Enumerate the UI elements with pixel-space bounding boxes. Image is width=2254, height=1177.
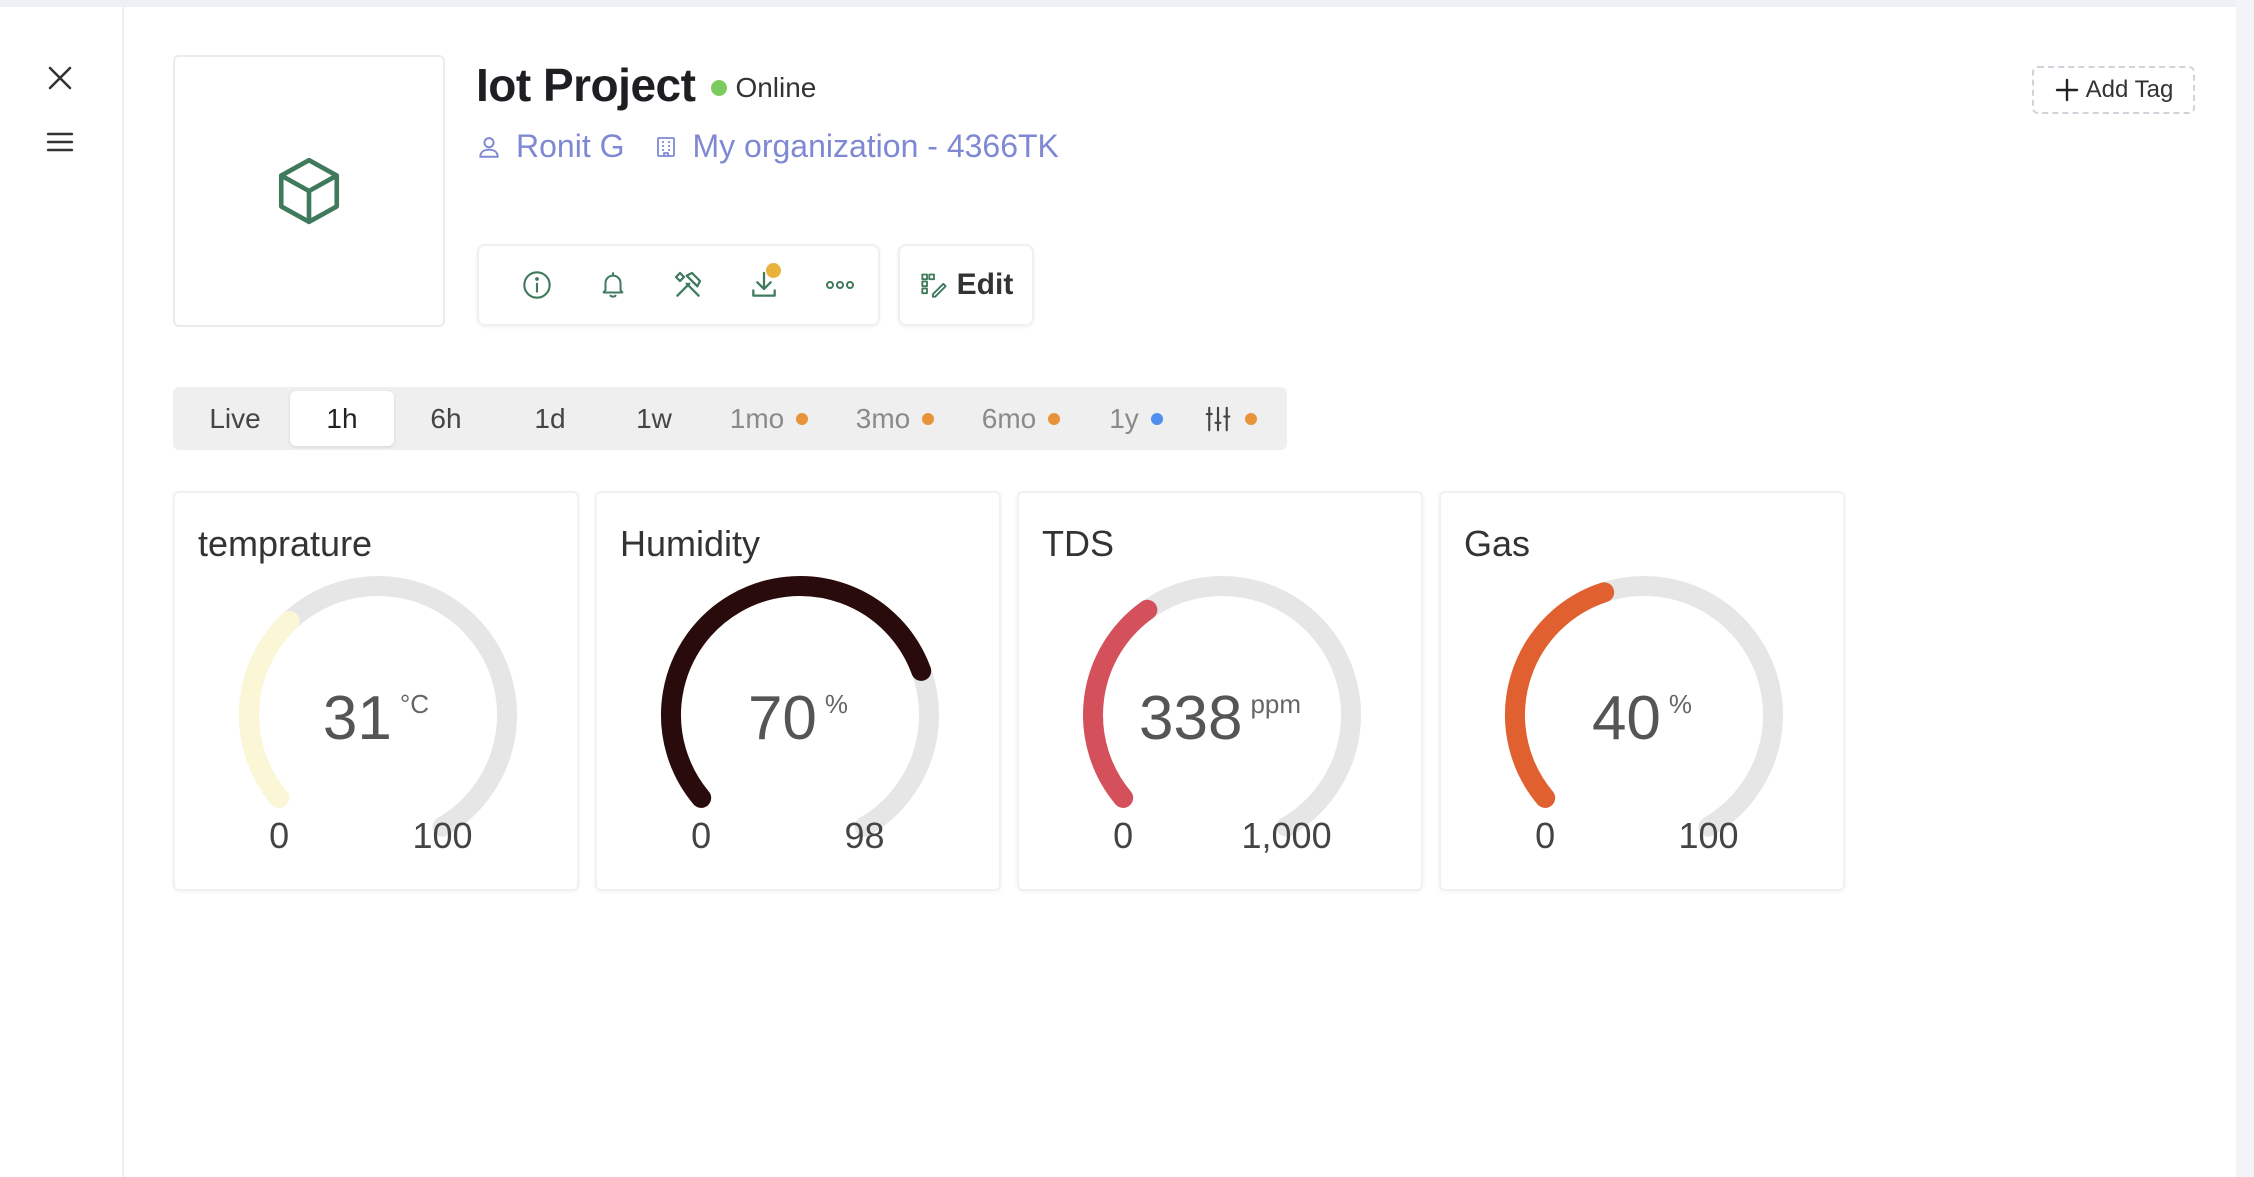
gauge-card-gas[interactable]: Gas 40% 0 100 [1439, 491, 1845, 891]
time-range-label: 1mo [729, 402, 785, 434]
top-strip [0, 0, 2254, 7]
time-range-1d[interactable]: 1d [498, 391, 602, 446]
gauge-max-label: 100 [412, 815, 473, 856]
time-range-label: 1y [1109, 402, 1139, 434]
gauge-reading: 338 ppm [1019, 683, 1421, 754]
gauge-min-label: 0 [1535, 815, 1556, 856]
device-toolbar [477, 244, 880, 326]
time-range-live[interactable]: Live [180, 391, 290, 446]
close-icon[interactable] [38, 56, 82, 100]
device-meta: Ronit G My organization - 4366TK [476, 128, 1089, 165]
gauge-title: temprature [198, 523, 373, 564]
more-icon [826, 281, 855, 289]
gauge-title: Gas [1464, 523, 1531, 564]
add-tag-label: Add Tag [2085, 76, 2174, 103]
more-button[interactable] [802, 255, 878, 315]
time-range-3mo[interactable]: 3mo [832, 391, 958, 446]
gauge-value: 70 [747, 684, 817, 753]
gauge-unit: °C [399, 689, 430, 719]
gauge-unit: % [1668, 689, 1693, 719]
owner-link[interactable]: Ronit G [476, 128, 624, 165]
page-title: Iot Project [476, 59, 696, 111]
bell-icon [602, 272, 624, 298]
time-range-1mo[interactable]: 1mo [706, 391, 832, 446]
availability-dot [1048, 412, 1061, 425]
left-sidebar [0, 7, 124, 1177]
title-row: Iot Project Online [476, 58, 816, 112]
gauge-value: 31 [322, 684, 392, 753]
tools-button[interactable] [651, 255, 727, 315]
time-range-label: Live [209, 402, 261, 434]
gauge-min-label: 0 [691, 815, 712, 856]
edit-button[interactable]: Edit [898, 244, 1034, 326]
device-image[interactable] [173, 55, 445, 327]
gauge-reading: 31 °C [175, 683, 577, 754]
availability-dot [1150, 412, 1163, 425]
plus-icon [2055, 78, 2078, 102]
gauge-unit: % [824, 689, 849, 719]
cube-icon [278, 157, 340, 225]
custom-range-button[interactable] [1188, 391, 1272, 446]
tools-icon [675, 271, 702, 297]
building-icon [657, 136, 676, 157]
info-button[interactable] [499, 255, 575, 315]
edit-label: Edit [956, 268, 1014, 301]
organization-name: My organization - 4366TK [692, 128, 1059, 164]
scroll-gutter [2236, 0, 2254, 1177]
dashboard-edit-icon [921, 273, 947, 298]
gauge-card-tds[interactable]: TDS 338 ppm 0 1,000 [1017, 491, 1423, 891]
time-range-label: 1d [534, 402, 566, 434]
gauge-card-temprature[interactable]: temprature 31 °C 0 100 [173, 491, 579, 891]
gauge-max-label: 100 [1678, 815, 1739, 856]
status-dot-icon [711, 80, 728, 96]
gauge-value: 40 [1591, 684, 1661, 753]
gauge-min-label: 0 [269, 815, 290, 856]
gauge-value: 338 [1138, 684, 1243, 753]
organization-link[interactable]: My organization - 4366TK [654, 128, 1059, 165]
gauge-unit: ppm [1250, 689, 1302, 719]
time-range-selector: Live 1h 6h 1d 1w 1mo 3mo 6mo 1y [173, 387, 1287, 450]
add-tag-button[interactable]: Add Tag [2032, 66, 2195, 114]
notifications-button[interactable] [575, 255, 651, 315]
time-range-6mo[interactable]: 6mo [958, 391, 1084, 446]
menu-icon[interactable] [38, 120, 82, 164]
time-range-label: 1w [636, 402, 672, 434]
availability-dot [922, 412, 935, 425]
time-range-1y[interactable]: 1y [1084, 391, 1188, 446]
status-indicator: Online [711, 72, 816, 104]
time-range-1w[interactable]: 1w [602, 391, 706, 446]
gauge-min-label: 0 [1113, 815, 1134, 856]
gauge-max-label: 98 [844, 815, 885, 856]
time-range-1h[interactable]: 1h [290, 391, 394, 446]
gauge-title: TDS [1042, 523, 1114, 564]
time-range-label: 1h [326, 402, 358, 434]
availability-dot [796, 412, 809, 425]
time-range-label: 6mo [981, 402, 1037, 434]
sliders-icon [1205, 406, 1231, 431]
download-button[interactable] [726, 255, 802, 315]
owner-name: Ronit G [516, 128, 625, 164]
time-range-6h[interactable]: 6h [394, 391, 498, 446]
status-label: Online [735, 72, 817, 103]
time-range-label: 6h [430, 402, 462, 434]
gauge-title: Humidity [620, 523, 761, 564]
availability-dot [1245, 412, 1257, 425]
time-range-label: 3mo [855, 402, 911, 434]
gauge-max-label: 1,000 [1241, 815, 1332, 856]
gauge-reading: 70% [597, 683, 999, 754]
user-icon [479, 136, 499, 158]
gauge-reading: 40% [1441, 683, 1843, 754]
gauge-card-humidity[interactable]: Humidity 70% 0 98 [595, 491, 1001, 891]
gauge-widgets: temprature 31 °C 0 100 Humidity 70% 0 98 TDS 338 pp… [173, 491, 1845, 891]
info-icon [523, 271, 551, 299]
